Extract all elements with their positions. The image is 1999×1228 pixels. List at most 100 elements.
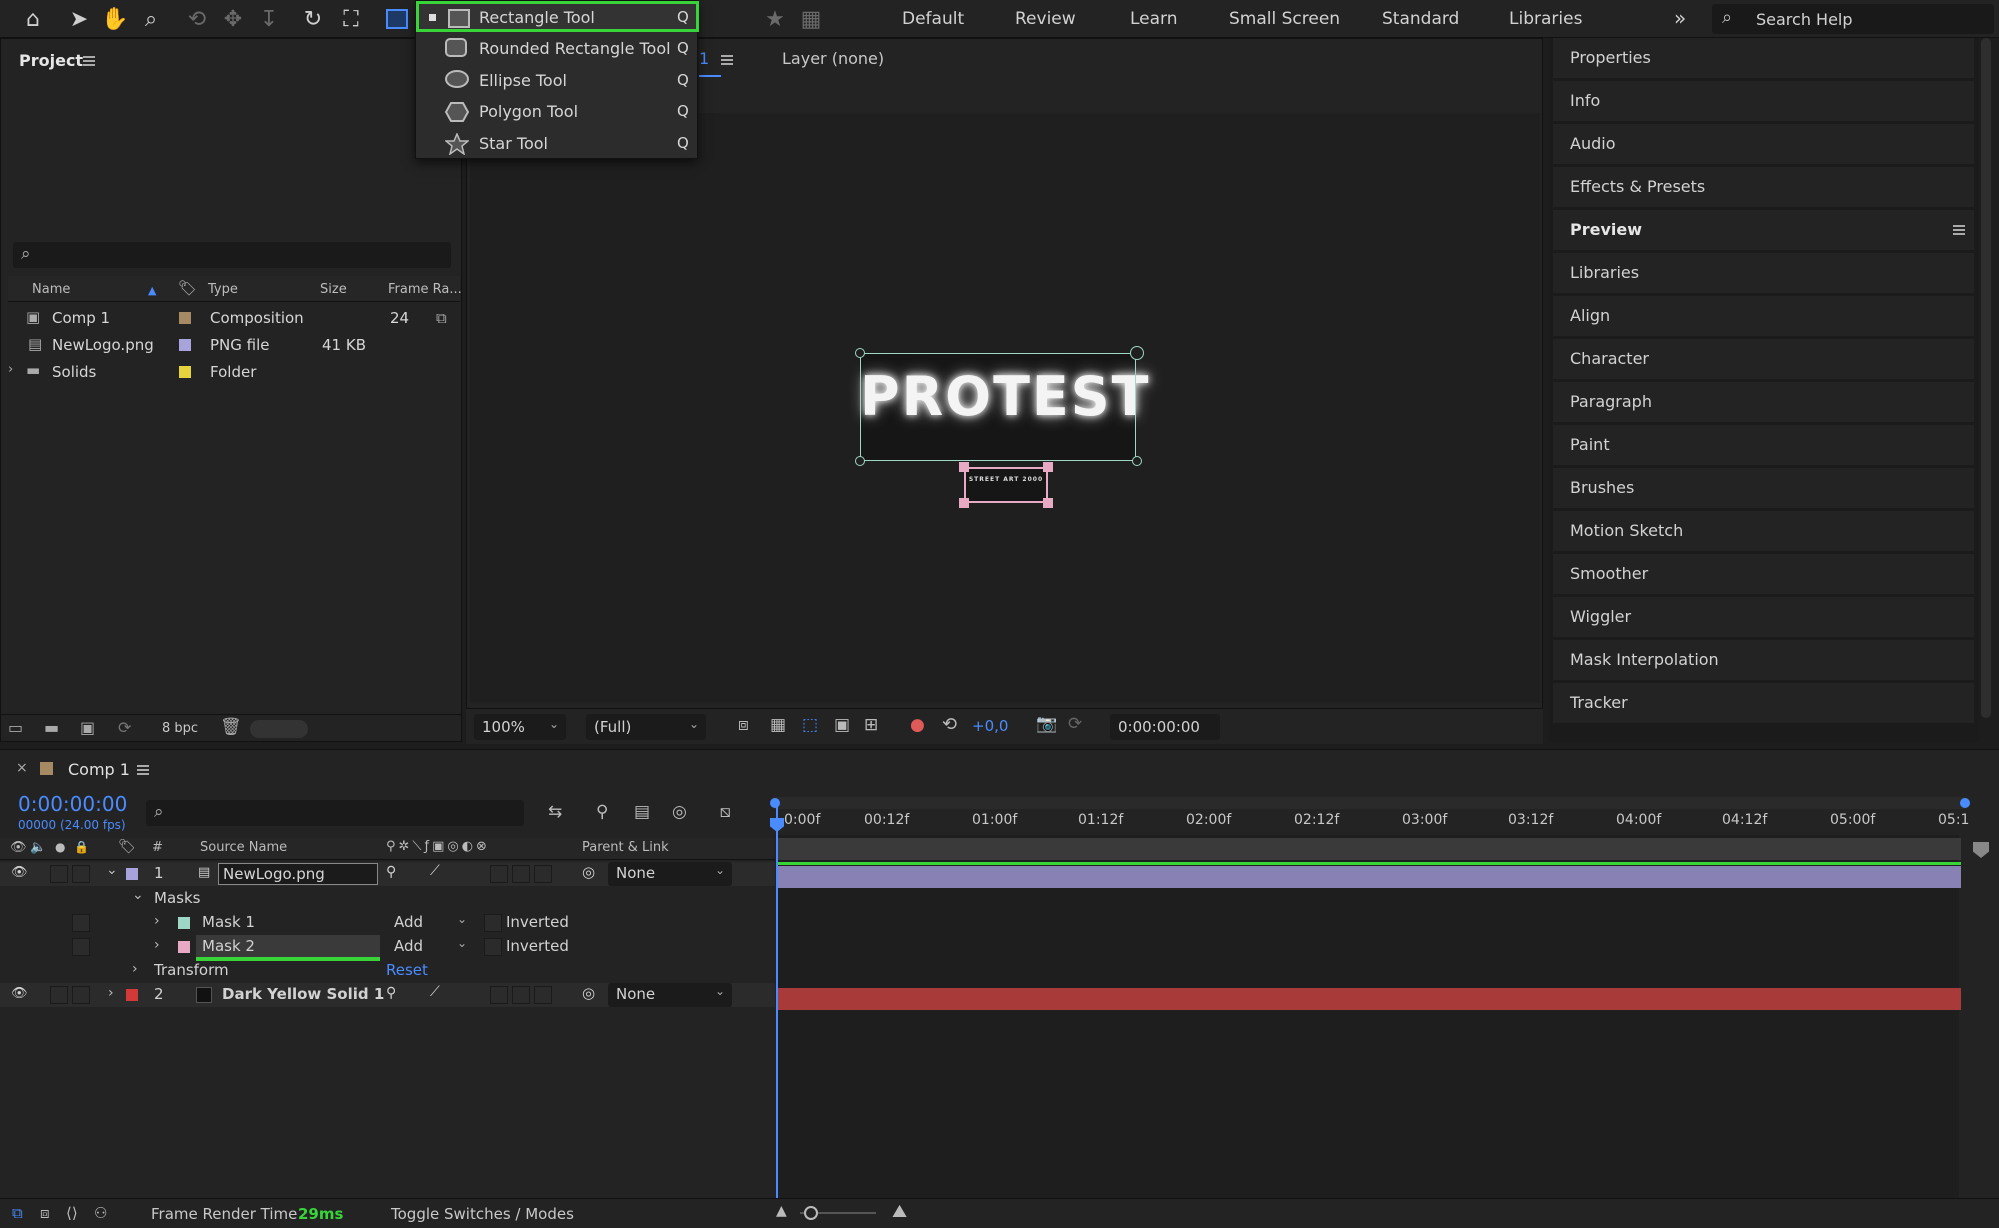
exposure-value[interactable]: +0,0 [972,717,1008,735]
effect-switch[interactable] [490,865,508,883]
project-item-folder[interactable]: › ▬ Solids Folder [8,358,460,385]
frame-blending-icon[interactable]: ▤ [634,802,650,822]
shy-switch-icon[interactable]: ⚲ [386,985,396,1001]
flowchart-icon[interactable]: ⧉ [436,309,447,327]
panel-character[interactable]: Character [1553,339,1974,379]
mask-1-vertex[interactable] [1130,346,1144,360]
panel-paint[interactable]: Paint [1553,425,1974,465]
current-time-field[interactable]: 0:00:00:00 [1110,714,1220,740]
project-item-png[interactable]: ▤ NewLogo.png PNG file 41 KB [8,331,460,358]
interpret-footage-icon[interactable]: ▭ [8,718,23,737]
panel-wiggler[interactable]: Wiggler [1553,597,1974,637]
mask-name[interactable]: Mask 1 [202,913,255,931]
sort-ascending-icon[interactable]: ▲ [148,284,156,297]
audio-toggle[interactable] [50,986,68,1004]
transfer-controls-icon[interactable]: ⧈ [40,1204,50,1222]
zoom-dropdown[interactable]: 100% ⌄ [474,714,566,740]
panel-paragraph[interactable]: Paragraph [1553,382,1974,422]
mask-1-outline[interactable] [860,353,1136,461]
workspace-libraries[interactable]: Libraries [1509,9,1582,29]
mask-lock-toggle[interactable] [72,914,90,932]
composition-canvas[interactable]: PROTEST STREET ART 2000 [470,113,1540,703]
frame-blend-switch[interactable] [512,865,530,883]
workspace-learn[interactable]: Learn [1130,9,1178,29]
right-panel-scrollbar[interactable] [1981,38,1991,718]
layer-row-1[interactable]: 👁 ⌄ 1 ▤ NewLogo.png ⚲ ⟋ ◎ None ⌄ [0,862,775,886]
thumbnail-slider[interactable] [250,720,308,738]
new-folder-icon[interactable]: ▬ [44,718,59,737]
timeline-zoom-handle[interactable] [804,1206,818,1220]
home-icon[interactable]: ⌂ [18,4,48,34]
label-color-swatch[interactable] [179,312,191,324]
label-color-swatch[interactable] [126,868,138,880]
zoom-out-icon[interactable]: ▲ [776,1203,787,1219]
parent-dropdown[interactable]: None ⌄ [608,862,732,886]
chevron-right-icon[interactable]: › [108,985,114,1001]
panel-brushes[interactable]: Brushes [1553,468,1974,508]
panel-tracker[interactable]: Tracker [1553,683,1974,723]
menu-item-rounded-rectangle-tool[interactable]: Rounded Rectangle Tool Q [416,33,699,64]
work-area-start-handle[interactable] [770,798,780,808]
video-switch-icon[interactable]: 👁 [10,840,27,855]
source-name-header[interactable]: Source Name [200,840,287,855]
project-search-input[interactable]: ⌕ [13,242,451,268]
hand-tool-icon[interactable]: ✋ [100,4,130,34]
panel-menu-icon[interactable] [83,56,95,66]
solo-toggle[interactable] [72,865,90,883]
mask-row-1[interactable]: › Mask 1 Add ⌄ Inverted [0,911,775,935]
col-type[interactable]: Type [208,282,238,297]
new-composition-icon[interactable]: ▣ [80,718,95,737]
panel-smoother[interactable]: Smoother [1553,554,1974,594]
more-workspaces-icon[interactable]: » [1674,6,1686,30]
layer-2-duration-bar[interactable] [776,988,1961,1010]
timeline-search-input[interactable]: ⌕ [146,800,524,826]
col-size[interactable]: Size [320,282,347,297]
pickwhip-icon[interactable]: ◎ [582,984,595,1002]
mask-2-outline[interactable]: STREET ART 2000 [964,467,1048,503]
panel-audio[interactable]: Audio [1553,124,1974,164]
parent-link-header[interactable]: Parent & Link [582,840,669,855]
timeline-comp-tab[interactable]: Comp 1 [68,760,130,779]
transform-reset-link[interactable]: Reset [386,961,428,979]
resolution-dropdown[interactable]: (Full) ⌄ [586,714,706,740]
motion-blur-switch[interactable] [534,865,552,883]
quality-switch-icon[interactable]: ⟋ [430,863,440,879]
close-tab-icon[interactable]: × [16,760,28,776]
solo-toggle[interactable] [72,986,90,1004]
mask-row-2[interactable]: › Mask 2 Add ⌄ Inverted [0,935,775,961]
masks-group-row[interactable]: ⌄ Masks [0,887,775,911]
layer-row-2[interactable]: 👁 › 2 Dark Yellow Solid 1 ⚲ ⟋ ◎ None ⌄ [0,983,775,1007]
panel-properties[interactable]: Properties [1553,38,1974,78]
mask-inverted-checkbox[interactable] [484,914,502,932]
rotation-tool-icon[interactable]: ↻ [298,4,328,34]
anchor-point-tool-icon[interactable]: ⛶ [336,4,366,34]
chevron-right-icon[interactable]: › [154,913,160,929]
menu-item-rectangle-tool[interactable]: Rectangle Tool Q [416,1,699,32]
label-tag-icon[interactable]: 🏷 [118,839,136,855]
mask-color-swatch[interactable] [178,917,190,929]
mask-name[interactable]: Mask 2 [202,937,255,955]
motion-blur-switch[interactable] [534,986,552,1004]
mask-1-vertex[interactable] [855,348,865,358]
shape-tool-icon[interactable] [382,4,412,34]
panel-preview[interactable]: Preview [1553,210,1974,250]
layer-switches-icon[interactable]: ⧉ [12,1204,23,1222]
layer-name[interactable]: Dark Yellow Solid 1 [222,985,384,1003]
panel-libraries[interactable]: Libraries [1553,253,1974,293]
label-color-swatch[interactable] [179,339,191,351]
col-frame-rate[interactable]: Frame Ra... [388,282,462,297]
graph-editor-icon[interactable]: ⧅ [720,802,731,822]
grid-icon[interactable]: ▦ [796,4,826,34]
transparency-grid-icon[interactable]: ▦ [770,715,786,735]
mask-visibility-icon[interactable]: ⬚ [802,715,818,735]
menu-item-ellipse-tool[interactable]: Ellipse Tool Q [416,65,699,96]
work-area-end-handle[interactable] [1960,798,1970,808]
project-item-comp[interactable]: ▣ Comp 1 Composition 24 ⧉ [8,304,460,331]
workspace-default[interactable]: Default [902,9,964,29]
mask-inverted-checkbox[interactable] [484,938,502,956]
eye-icon[interactable]: 👁 [11,865,28,880]
search-help-field[interactable]: ⌕ Search Help [1712,4,1994,34]
mask-mode-dropdown[interactable]: Add ⌄ [386,936,474,958]
mask-2-vertex[interactable] [959,498,969,508]
panel-effects-presets[interactable]: Effects & Presets [1553,167,1974,207]
